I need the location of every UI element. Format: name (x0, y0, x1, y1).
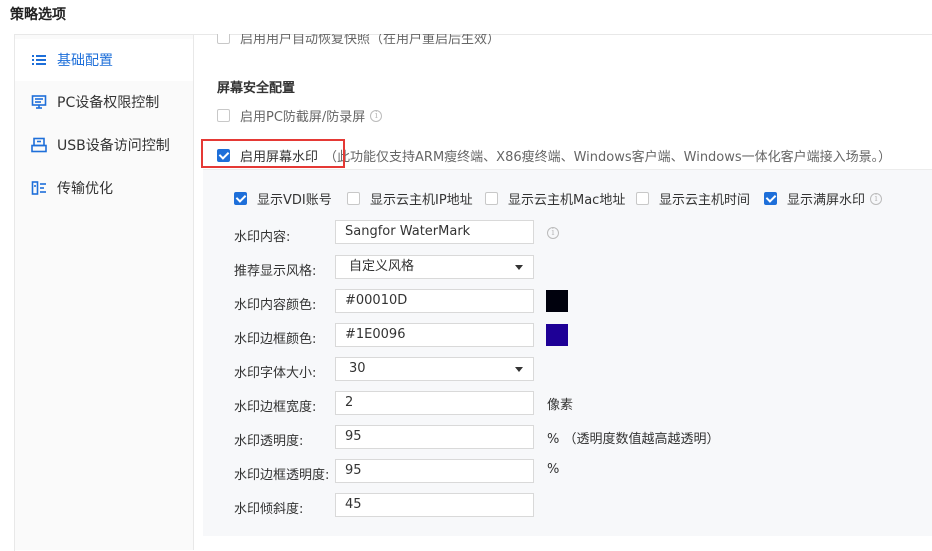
sidebar-item-label: PC设备权限控制 (57, 95, 160, 111)
anti-capture-option[interactable]: 启用PC防截屏/防录屏 i (217, 106, 383, 125)
option-show-vdi-account[interactable]: 显示VDI账号 (234, 189, 332, 208)
display-style-label: 推荐显示风格: (234, 264, 317, 279)
opacity-unit: % （透明度数值越高越透明） (547, 432, 720, 447)
content-color-input[interactable]: #00010D (335, 289, 534, 313)
list-icon (31, 52, 47, 68)
watermark-content-input[interactable]: Sangfor WaterMark (335, 220, 534, 244)
border-opacity-label: 水印边框透明度: (234, 468, 330, 483)
show-mac-checkbox[interactable] (485, 192, 498, 205)
option-label: 显示云主机Mac地址 (508, 193, 626, 208)
anti-capture-checkbox[interactable] (217, 109, 230, 122)
info-icon[interactable]: i (547, 227, 559, 239)
show-vdi-account-checkbox[interactable] (234, 192, 247, 205)
border-color-label: 水印边框颜色: (234, 332, 317, 347)
monitor-icon (31, 94, 47, 110)
highlight-box (201, 139, 345, 168)
display-style-value: 自定义风格 (349, 259, 415, 274)
show-ip-checkbox[interactable] (347, 192, 360, 205)
usb-device-icon (31, 137, 47, 153)
screen-security-title: 屏幕安全配置 (217, 81, 296, 96)
show-time-checkbox[interactable] (636, 192, 649, 205)
border-color-swatch[interactable] (546, 324, 568, 346)
anti-capture-label: 启用PC防截屏/防录屏 (240, 110, 366, 125)
font-size-label: 水印字体大小: (234, 366, 317, 381)
option-show-time[interactable]: 显示云主机时间 (636, 189, 750, 208)
tilt-input[interactable]: 45 (335, 493, 534, 517)
page-title: 策略选项 (10, 7, 66, 23)
watermark-content-label: 水印内容: (234, 230, 291, 245)
content-color-label: 水印内容颜色: (234, 298, 317, 313)
info-icon[interactable]: i (870, 192, 883, 205)
transfer-icon (31, 180, 47, 196)
sidebar-item-transfer-optimize[interactable]: 传输优化 (15, 167, 193, 209)
border-opacity-input[interactable]: 95 (335, 459, 534, 483)
sidebar-item-basic-config[interactable]: 基础配置 (15, 39, 193, 81)
sidebar-item-label: USB设备访问控制 (57, 138, 170, 154)
sidebar: 基础配置 PC设备权限控制 USB设备访问控制 传输优化 (15, 35, 194, 550)
restore-snapshot-checkbox[interactable] (217, 34, 230, 44)
border-width-input[interactable]: 2 (335, 391, 534, 415)
content-color-swatch[interactable] (546, 290, 568, 312)
border-color-input[interactable]: #1E0096 (335, 323, 534, 347)
border-width-label: 水印边框宽度: (234, 400, 317, 415)
option-label: 显示云主机时间 (659, 193, 751, 208)
opacity-label: 水印透明度: (234, 434, 304, 449)
sidebar-item-usb-access-control[interactable]: USB设备访问控制 (15, 124, 193, 166)
option-label: 显示云主机IP地址 (370, 193, 473, 208)
display-style-select[interactable]: 自定义风格 (335, 255, 534, 279)
option-show-ip[interactable]: 显示云主机IP地址 (347, 189, 473, 208)
watermark-settings-panel: 显示VDI账号 显示云主机IP地址 显示云主机Mac地址 显示云主机时间 显示满… (203, 169, 932, 536)
option-label: 显示VDI账号 (257, 193, 332, 208)
tilt-label: 水印倾斜度: (234, 502, 304, 517)
watermark-note: （此功能仅支持ARM瘦终端、X86瘦终端、Windows客户端、Windows一… (324, 150, 892, 165)
option-show-mac[interactable]: 显示云主机Mac地址 (485, 189, 625, 208)
restore-snapshot-option[interactable]: 启用用户自动恢复快照（在用户重启后生效） (217, 31, 501, 47)
sidebar-item-pc-device-control[interactable]: PC设备权限控制 (15, 81, 193, 123)
border-opacity-unit: % (547, 462, 560, 477)
info-icon[interactable]: i (370, 109, 383, 122)
sidebar-item-label: 基础配置 (57, 53, 113, 69)
opacity-input[interactable]: 95 (335, 425, 534, 449)
sidebar-item-label: 传输优化 (57, 181, 113, 197)
option-fullscreen-watermark[interactable]: 显示满屏水印 i (764, 189, 883, 208)
font-size-value: 30 (349, 361, 366, 376)
border-width-unit: 像素 (547, 398, 574, 413)
fullscreen-watermark-checkbox[interactable] (764, 192, 777, 205)
option-label: 显示满屏水印 (787, 193, 866, 208)
restore-snapshot-label: 启用用户自动恢复快照（在用户重启后生效） (240, 31, 501, 47)
font-size-select[interactable]: 30 (335, 357, 534, 381)
